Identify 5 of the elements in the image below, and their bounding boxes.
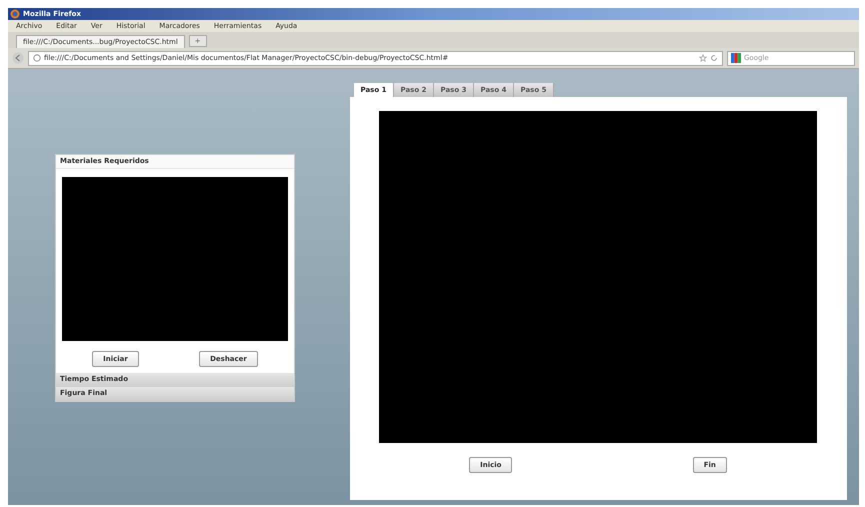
star-icon[interactable]: [699, 54, 707, 62]
search-engine-icon: [731, 53, 741, 63]
browser-logo-icon: [10, 9, 20, 19]
back-icon[interactable]: [12, 52, 24, 64]
reload-icon[interactable]: [710, 54, 718, 62]
